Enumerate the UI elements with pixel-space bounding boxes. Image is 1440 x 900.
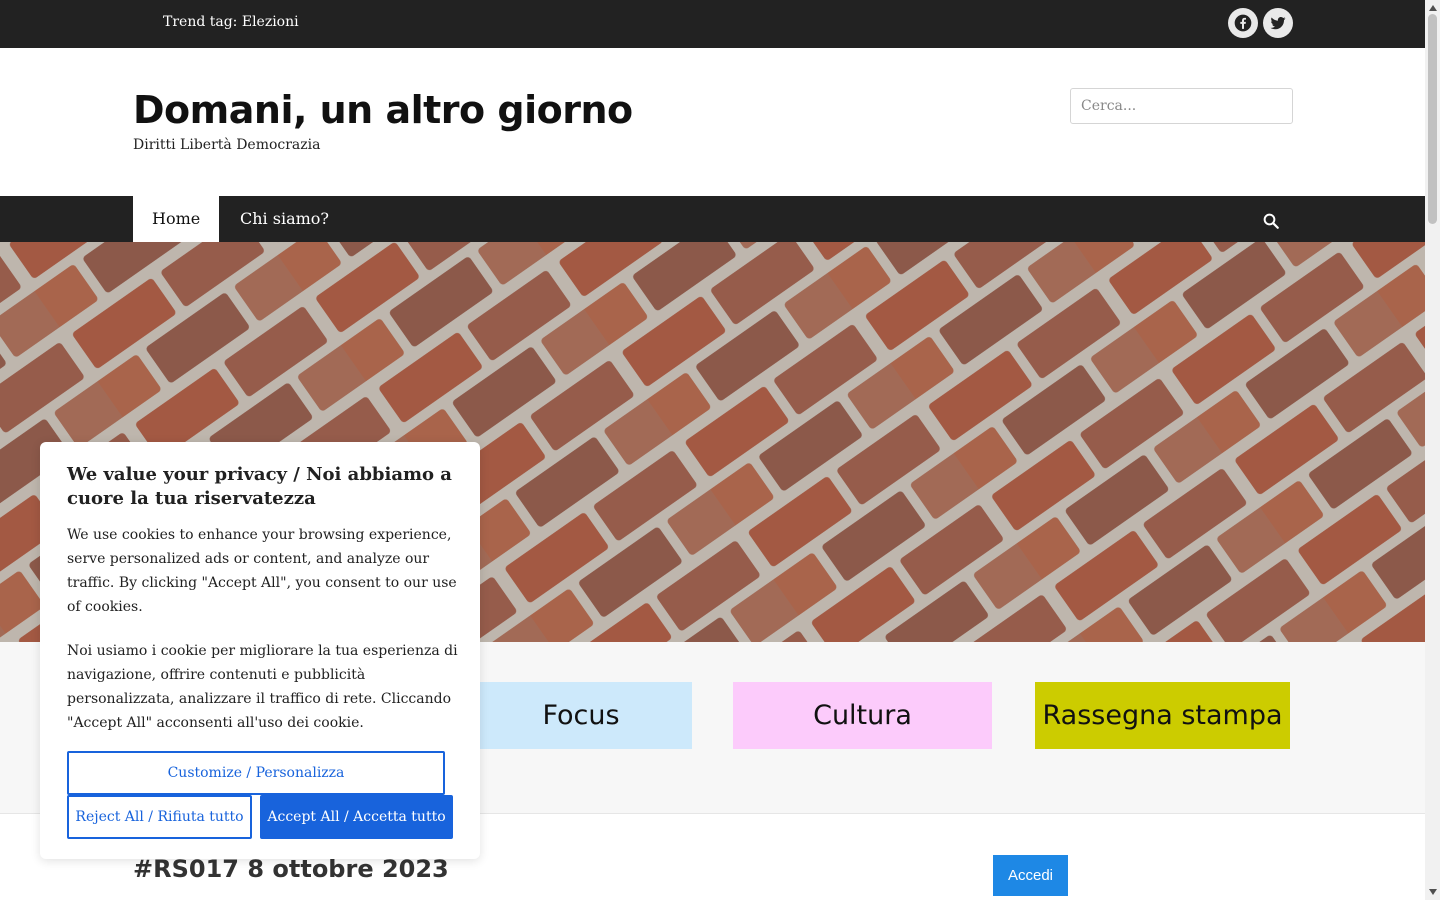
facebook-icon[interactable] xyxy=(1228,8,1258,38)
accept-all-button[interactable]: Accept All / Accetta tutto xyxy=(260,795,453,839)
cookie-description-en: We use cookies to enhance your browsing … xyxy=(67,527,457,615)
search-icon[interactable] xyxy=(1260,210,1282,232)
category-rassegna-stampa-banner[interactable]: Rassegna stampa xyxy=(1035,682,1290,749)
header-search-input[interactable] xyxy=(1070,88,1293,124)
scroll-up-arrow-icon[interactable] xyxy=(1425,2,1440,14)
twitter-icon[interactable] xyxy=(1263,8,1293,38)
page-scrollbar[interactable] xyxy=(1425,0,1440,900)
category-cultura-banner[interactable]: Cultura xyxy=(733,682,992,749)
customize-button[interactable]: Customize / Personalizza xyxy=(67,751,445,795)
cookie-title: We value your privacy / Noi abbiamo a cu… xyxy=(67,464,452,509)
scroll-down-arrow-icon[interactable] xyxy=(1425,886,1440,898)
login-button[interactable]: Accedi xyxy=(993,855,1068,896)
cookie-consent-dialog: We value your privacy / Noi abbiamo a cu… xyxy=(40,442,480,859)
cookie-description-it: Noi usiamo i cookie per migliorare la tu… xyxy=(67,643,458,731)
scrollbar-thumb[interactable] xyxy=(1428,14,1437,224)
reject-all-button[interactable]: Reject All / Rifiuta tutto xyxy=(67,795,252,839)
main-navigation: Home Chi siamo? xyxy=(0,196,1425,242)
nav-item-home[interactable]: Home xyxy=(133,196,220,242)
site-tagline: Diritti Libertà Democrazia xyxy=(133,137,321,153)
post-title[interactable]: #RS017 8 ottobre 2023 xyxy=(133,855,449,883)
trend-tag[interactable]: Trend tag: Elezioni xyxy=(163,14,299,30)
site-title[interactable]: Domani, un altro giorno xyxy=(133,88,633,132)
nav-item-chi-siamo[interactable]: Chi siamo? xyxy=(221,196,348,242)
top-bar: Trend tag: Elezioni xyxy=(0,0,1425,48)
category-focus-banner[interactable]: Focus xyxy=(470,682,692,749)
